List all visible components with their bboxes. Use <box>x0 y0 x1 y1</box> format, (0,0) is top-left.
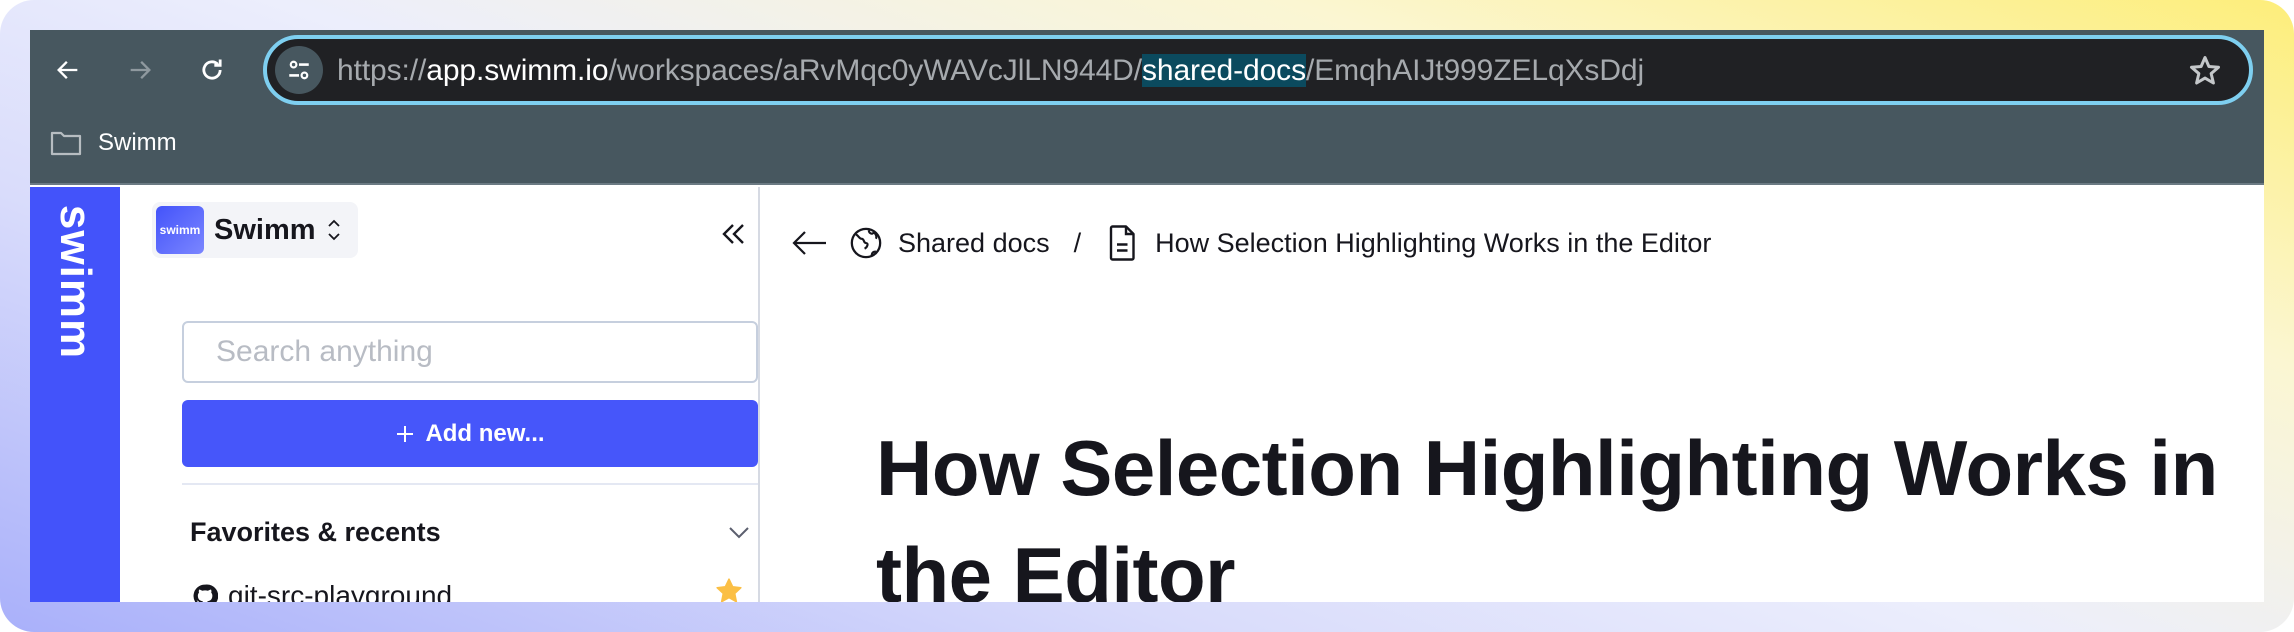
browser-back-button[interactable] <box>48 50 88 90</box>
globe-icon <box>848 225 884 261</box>
swimm-logo[interactable]: swimm <box>50 205 100 359</box>
plus-icon <box>397 425 414 442</box>
breadcrumb-current-doc[interactable]: How Selection Highlighting Works in the … <box>1087 225 1711 261</box>
star-filled-icon[interactable] <box>714 576 744 602</box>
add-new-button[interactable]: Add new... <box>182 400 758 467</box>
url-text[interactable]: https://app.swimm.io/workspaces/aRvMqc0y… <box>337 54 1644 88</box>
workspace-name: Swimm <box>214 213 316 246</box>
browser-forward-button[interactable] <box>120 50 160 90</box>
document-title[interactable]: How Selection Highlighting Works in the … <box>876 415 2256 602</box>
url-path: /workspaces/aRvMqc0yWAVcJlLN944D/ <box>608 54 1142 87</box>
bookmark-label: Swimm <box>98 129 177 156</box>
breadcrumb-label: Shared docs <box>898 227 1050 258</box>
url-path-rest: /EmqhAIJt999ZELqXsDdj <box>1305 54 1645 87</box>
list-item-label: git-src-playground <box>228 580 453 602</box>
collapse-sidebar-button[interactable] <box>716 219 752 249</box>
star-outline-icon <box>2190 56 2220 85</box>
browser-reload-button[interactable] <box>192 50 232 90</box>
folder-icon <box>50 131 82 156</box>
site-settings-button[interactable] <box>275 46 323 94</box>
document-icon <box>1105 225 1141 261</box>
bookmarks-bar: Swimm <box>50 125 177 161</box>
sidebar-divider <box>182 483 758 485</box>
search-input[interactable] <box>182 321 758 383</box>
section-title: Favorites & recents <box>190 517 441 547</box>
section-favorites-recents[interactable]: Favorites & recents <box>190 517 750 548</box>
github-icon <box>193 584 218 602</box>
address-bar[interactable]: https://app.swimm.io/workspaces/aRvMqc0y… <box>263 35 2253 105</box>
arrow-left-icon <box>792 231 826 255</box>
reload-icon <box>202 59 222 80</box>
sidebar: swimm Swimm Add new... Favorites & recen… <box>120 187 850 602</box>
breadcrumb-separator: / <box>1073 227 1082 258</box>
double-chevron-left-icon <box>722 224 744 244</box>
bookmark-folder-swimm[interactable]: Swimm <box>50 129 177 157</box>
chevron-up-down-icon <box>327 219 340 241</box>
url-selected-segment: shared-docs <box>1141 54 1306 87</box>
browser-window: https://app.swimm.io/workspaces/aRvMqc0y… <box>30 30 2264 602</box>
tune-icon <box>289 60 309 80</box>
breadcrumb: Shared docs / How Selection Highlighting… <box>790 223 1711 263</box>
browser-toolbar: https://app.swimm.io/workspaces/aRvMqc0y… <box>30 30 2264 185</box>
breadcrumb-shared-docs[interactable]: Shared docs <box>830 225 1050 261</box>
document-view: Shared docs / How Selection Highlighting… <box>762 187 2264 602</box>
url-scheme: https:// <box>337 54 427 87</box>
arrow-right-icon <box>130 61 151 79</box>
breadcrumb-label: How Selection Highlighting Works in the … <box>1155 227 1712 258</box>
back-button[interactable] <box>790 223 830 263</box>
list-item[interactable]: git-src-playground <box>192 578 748 602</box>
bookmark-page-button[interactable] <box>2187 53 2223 89</box>
add-new-label: Add new... <box>425 419 545 447</box>
app-rail: swimm <box>30 187 120 602</box>
url-host: app.swimm.io <box>426 54 609 87</box>
workspace-logo: swimm <box>156 206 204 254</box>
workspace-switcher[interactable]: swimm Swimm <box>152 202 358 258</box>
chevron-down-icon[interactable] <box>728 526 750 540</box>
arrow-left-icon <box>57 61 78 79</box>
